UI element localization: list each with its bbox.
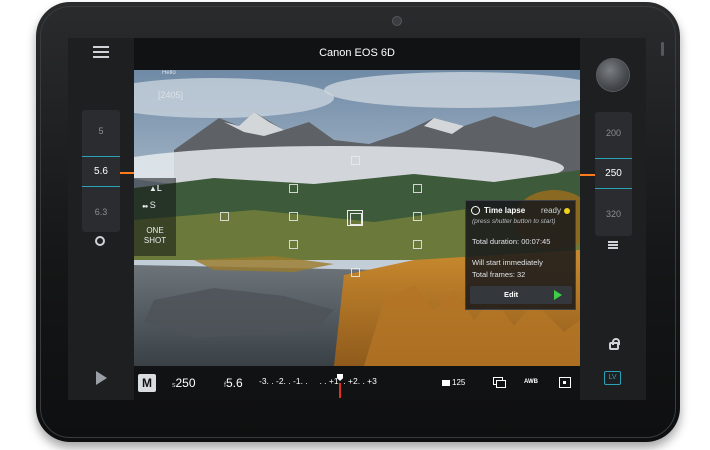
aperture-icon[interactable]: [95, 236, 105, 246]
drive-label: S: [149, 200, 156, 210]
drive-mode: ●● S: [142, 200, 156, 210]
camera-title: Canon EOS 6D: [319, 47, 395, 59]
shutter-speed[interactable]: s250: [172, 376, 196, 390]
left-panel: 5 5.6 6.3: [68, 38, 134, 400]
shots-remaining: [2405]: [158, 90, 184, 100]
play-icon[interactable]: [96, 371, 107, 385]
af-point[interactable]: [289, 184, 298, 193]
iso-dial-selected[interactable]: 250: [595, 168, 632, 179]
start-info: Will start immediately: [472, 258, 543, 267]
front-camera: [392, 16, 402, 26]
lock-icon[interactable]: [609, 338, 620, 350]
dial-divider: [82, 156, 120, 157]
metering-icon[interactable]: [559, 377, 571, 388]
af-point[interactable]: [413, 184, 422, 193]
af-point[interactable]: [289, 212, 298, 221]
timelapse-panel: Time lapse ready (press shutter button t…: [465, 200, 576, 310]
af-point[interactable]: [413, 240, 422, 249]
total-frames: Total frames: 32: [472, 270, 526, 279]
tablet-side-button: [661, 42, 664, 56]
aperture-dial-value[interactable]: 5: [82, 126, 120, 136]
timelapse-title: Time lapse: [484, 206, 526, 215]
dial-divider: [595, 158, 632, 159]
af-point[interactable]: [351, 268, 360, 277]
af-point[interactable]: [413, 212, 422, 221]
dial-divider: [82, 186, 120, 187]
top-label: Hello: [162, 70, 176, 76]
total-duration: Total duration: 00:07:45: [472, 237, 551, 246]
af-single-icon: ▲L: [149, 184, 162, 193]
menu-icon[interactable]: [93, 46, 109, 58]
live-view[interactable]: Hello [2405] ▲L ●● S ONE SHOT Time lapse…: [134, 70, 580, 366]
dial-divider: [595, 188, 632, 189]
clock-icon: [471, 206, 480, 215]
shutter-button[interactable]: [596, 58, 630, 92]
af-point-center[interactable]: [347, 210, 363, 226]
shooting-mode[interactable]: M: [138, 374, 156, 392]
aperture-dial-marker: [120, 172, 134, 174]
right-panel: 200 250 320 LV: [580, 38, 646, 400]
white-balance[interactable]: AWB: [524, 379, 538, 385]
drive-frames-icon[interactable]: [493, 377, 506, 388]
bottom-bar: M s250 f5.6 -3. . -2. . -1. . . . +1. . …: [134, 366, 580, 400]
exposure-indicator: [339, 383, 341, 398]
top-bar: Canon EOS 6D: [134, 38, 580, 70]
aperture-dial[interactable]: 5 5.6 6.3: [82, 110, 120, 232]
af-point[interactable]: [351, 156, 360, 165]
drive-icon: ●●: [142, 204, 148, 210]
iso-dial-value[interactable]: 200: [595, 128, 632, 138]
iso-dial-value[interactable]: 320: [595, 209, 632, 219]
timelapse-hint: (press shutter button to start): [472, 218, 556, 225]
start-timelapse-icon[interactable]: [554, 290, 562, 300]
aperture-dial-value[interactable]: 6.3: [82, 207, 120, 217]
liveview-icon[interactable]: LV: [604, 371, 621, 385]
af-point[interactable]: [220, 212, 229, 221]
aperture-value[interactable]: f5.6: [224, 376, 243, 390]
focus-mode-line1: ONE: [146, 226, 164, 235]
af-info-panel[interactable]: ▲L ●● S ONE SHOT: [134, 178, 176, 256]
status-indicator: [564, 208, 570, 214]
app-screen: 5 5.6 6.3 Canon EOS 6D Hello [2405] ▲L ●…: [68, 38, 646, 400]
af-point[interactable]: [289, 240, 298, 249]
aperture-dial-selected[interactable]: 5.6: [82, 166, 120, 177]
shutter-value: 250: [175, 376, 196, 390]
iso-dial-marker: [580, 174, 595, 176]
iso-dial[interactable]: 200 250 320: [595, 112, 632, 236]
edit-button[interactable]: Edit: [470, 286, 572, 304]
focus-mode-line2: SHOT: [143, 236, 167, 245]
edit-label: Edit: [504, 290, 519, 299]
exposure-scale[interactable]: -3. . -2. . -1. . . . +1. . +2. . +3: [259, 376, 377, 386]
iso-value[interactable]: 125: [452, 378, 465, 387]
list-icon[interactable]: [608, 241, 618, 249]
iso-icon: [442, 380, 450, 386]
aperture-number: 5.6: [225, 376, 243, 390]
timelapse-status: ready: [540, 206, 561, 215]
